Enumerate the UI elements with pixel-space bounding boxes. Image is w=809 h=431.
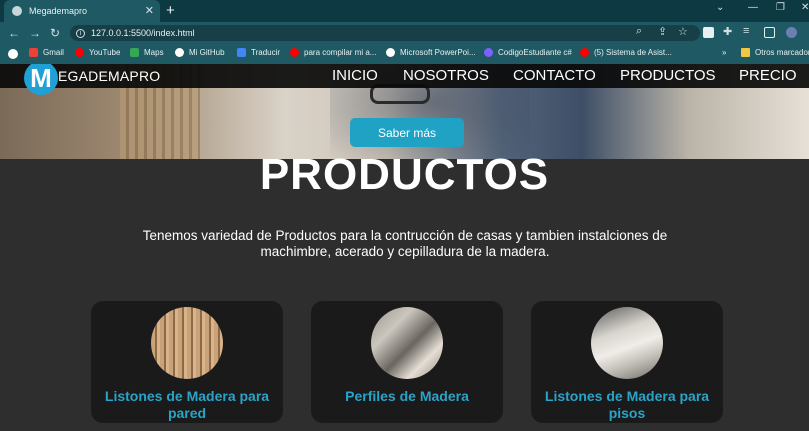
browser-tab-strip: Megademapro ✕ + ⌄ — ❐ ✕ <box>0 0 809 22</box>
section-description: Tenemos variedad de Productos para la co… <box>142 228 668 259</box>
youtube-icon <box>580 48 589 57</box>
share-icon[interactable]: ⇪ <box>658 25 667 38</box>
product-card[interactable]: Listones de Madera para pared <box>91 301 283 423</box>
bookmarks-overflow-button[interactable]: » <box>722 48 726 57</box>
bookmark-label: Otros marcadores <box>755 48 809 57</box>
nav-link-precio[interactable]: PRECIO <box>739 67 797 84</box>
github-icon <box>175 48 184 57</box>
bookmark-label: Gmail <box>43 48 64 57</box>
close-tab-icon[interactable]: ✕ <box>145 4 154 17</box>
product-title[interactable]: Perfiles de Madera <box>317 388 497 405</box>
codigo-icon <box>484 48 493 57</box>
product-title[interactable]: Listones de Madera para pared <box>97 388 277 422</box>
bookmark-powerpoint[interactable]: Microsoft PowerPoi... <box>386 48 476 57</box>
youtube-icon <box>75 48 84 57</box>
restore-icon[interactable]: ❐ <box>776 2 785 13</box>
media-icon[interactable]: ≡ <box>743 25 749 37</box>
product-card[interactable]: Listones de Madera para pisos <box>531 301 723 423</box>
puzzle-icon[interactable]: ✚ <box>723 25 732 38</box>
product-card[interactable]: Perfiles de Madera <box>311 301 503 423</box>
url-text: 127.0.0.1:5500/index.html <box>91 28 195 38</box>
extension-icon[interactable] <box>703 27 714 38</box>
maps-icon <box>130 48 139 57</box>
site-info-icon[interactable]: i <box>76 28 85 38</box>
address-bar[interactable]: i 127.0.0.1:5500/index.html <box>70 25 700 41</box>
bookmark-label: Traducir <box>251 48 281 57</box>
minimize-icon[interactable]: — <box>748 2 758 13</box>
site-brand[interactable]: EGADEMAPRO <box>58 68 160 84</box>
bookmark-label: Mi GitHub <box>189 48 225 57</box>
nav-link-nosotros[interactable]: NOSOTROS <box>403 67 489 84</box>
bookmark-traducir[interactable]: Traducir <box>237 48 280 57</box>
bookmark-label: CodigoEstudiante c# <box>498 48 572 57</box>
bookmark-compilar[interactable]: para compilar mi a... <box>290 48 376 57</box>
bookmark-gmail[interactable]: Gmail <box>29 48 64 57</box>
globe-icon <box>12 6 22 16</box>
bookmark-youtube[interactable]: YouTube <box>75 48 120 57</box>
section-title: PRODUCTOS <box>259 150 550 199</box>
bookmark-label: Microsoft PowerPoi... <box>400 48 476 57</box>
nav-link-inicio[interactable]: INICIO <box>332 67 378 84</box>
product-image <box>591 307 663 379</box>
gmail-icon <box>29 48 38 57</box>
powerpoint-icon <box>386 48 395 57</box>
saber-mas-button[interactable]: Saber más <box>350 118 464 147</box>
avatar[interactable] <box>786 27 797 38</box>
webpage: M EGADEMAPRO INICIO NOSOTROS CONTACTO PR… <box>0 64 809 431</box>
bookmark-label: Maps <box>144 48 164 57</box>
bookmark-sistema[interactable]: (5) Sistema de Asist... <box>580 48 672 57</box>
bookmark-label: (5) Sistema de Asist... <box>594 48 672 57</box>
site-navbar: M EGADEMAPRO INICIO NOSOTROS CONTACTO PR… <box>0 64 809 95</box>
youtube-icon <box>290 48 299 57</box>
google-icon[interactable] <box>8 49 18 59</box>
tab-search-icon[interactable]: ⌄ <box>716 2 724 13</box>
zoom-icon[interactable]: ⌕ <box>636 25 642 38</box>
bookmark-star-icon[interactable]: ☆ <box>678 25 688 38</box>
bookmark-label: para compilar mi a... <box>304 48 377 57</box>
sidepanel-icon[interactable] <box>764 27 775 38</box>
bookmark-github[interactable]: Mi GitHub <box>175 48 225 57</box>
product-title[interactable]: Listones de Madera para pisos <box>537 388 717 422</box>
nav-link-contacto[interactable]: CONTACTO <box>513 67 596 84</box>
bookmark-label: YouTube <box>89 48 121 57</box>
product-image <box>371 307 443 379</box>
bookmarks-bar: Gmail YouTube Maps Mi GitHub Traducir pa… <box>0 44 809 64</box>
browser-tab[interactable]: Megademapro ✕ <box>4 0 160 22</box>
reload-icon[interactable]: ↻ <box>50 26 60 40</box>
forward-icon[interactable]: → <box>29 26 41 40</box>
bookmark-codigo[interactable]: CodigoEstudiante c# <box>484 48 572 57</box>
nav-link-productos[interactable]: PRODUCTOS <box>620 67 716 84</box>
folder-icon <box>741 48 750 57</box>
bookmark-maps[interactable]: Maps <box>130 48 164 57</box>
new-tab-button[interactable]: + <box>166 2 175 19</box>
bookmark-otros[interactable]: Otros marcadores <box>741 48 809 57</box>
close-window-icon[interactable]: ✕ <box>801 2 809 13</box>
product-image <box>151 307 223 379</box>
back-icon[interactable]: ← <box>8 26 20 40</box>
translate-icon <box>237 48 246 57</box>
tab-title: Megademapro <box>29 6 88 16</box>
browser-toolbar: ← → ↻ i 127.0.0.1:5500/index.html ⌕ ⇪ ☆ … <box>0 22 809 44</box>
